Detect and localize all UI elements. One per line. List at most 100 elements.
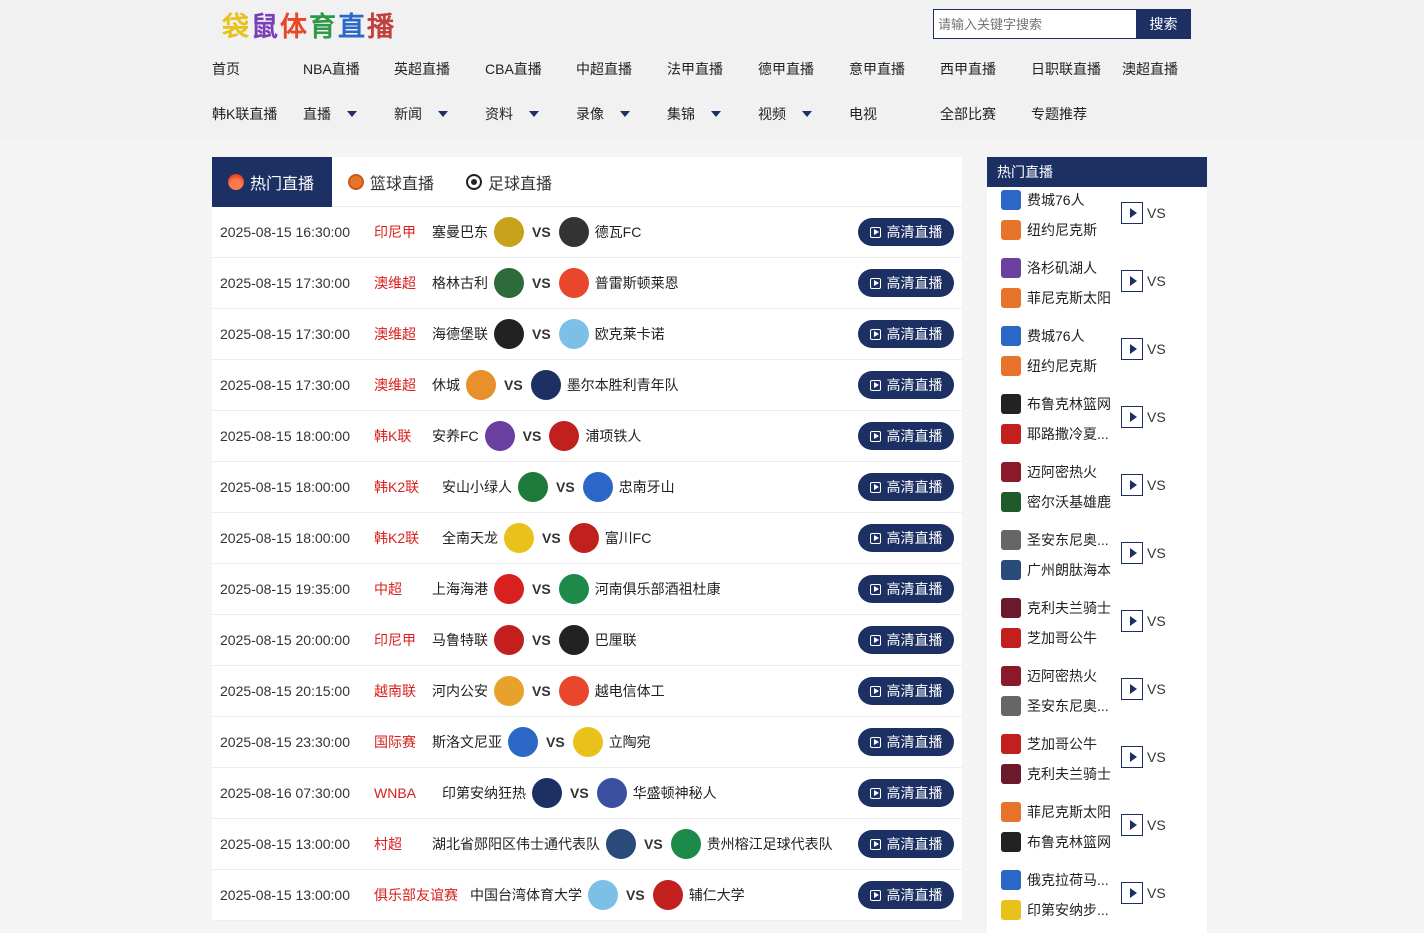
nav-link[interactable]: 直播 <box>303 103 394 125</box>
sidebar-vs[interactable]: VS <box>1121 746 1166 768</box>
match-league[interactable]: 俱乐部友谊赛 <box>374 885 458 905</box>
nav-link[interactable]: 电视 <box>849 103 940 125</box>
hd-live-button[interactable]: 高清直播 <box>858 473 954 501</box>
sidebar-match[interactable]: 费城76人纽约尼克斯 VS <box>987 323 1207 391</box>
nav-link[interactable]: 录像 <box>576 103 667 125</box>
sidebar-vs[interactable]: VS <box>1121 474 1166 496</box>
sidebar-vs[interactable]: VS <box>1121 338 1166 360</box>
sidebar-match[interactable]: 迈阿密热火 圣安东尼奥... VS <box>987 663 1207 731</box>
sidebar-team-b[interactable]: 芝加哥公牛 <box>1001 628 1097 648</box>
match-league[interactable]: 国际赛 <box>374 732 416 752</box>
sidebar-team-a[interactable]: 布鲁克林篮网 <box>1001 394 1111 414</box>
match-league[interactable]: 澳维超 <box>374 273 416 293</box>
sidebar-match[interactable]: 俄克拉荷马... 印第安纳步... VS <box>987 867 1207 933</box>
away-team-name[interactable]: 富川FC <box>605 528 652 548</box>
nav-link[interactable]: 德甲直播 <box>758 58 849 80</box>
sidebar-vs[interactable]: VS <box>1121 882 1166 904</box>
away-team-name[interactable]: 欧克莱卡诺 <box>595 324 665 344</box>
home-team-name[interactable]: 全南天龙 <box>442 528 498 548</box>
sidebar-vs[interactable]: VS <box>1121 270 1166 292</box>
home-team-name[interactable]: 休城 <box>432 375 460 395</box>
nav-link[interactable]: 法甲直播 <box>667 58 758 80</box>
sidebar-team-b[interactable]: 菲尼克斯太阳 <box>1001 288 1111 308</box>
nav-link[interactable]: 视频 <box>758 103 849 125</box>
home-team-name[interactable]: 河内公安 <box>432 681 488 701</box>
sidebar-vs[interactable]: VS <box>1121 542 1166 564</box>
sidebar-team-a[interactable]: 芝加哥公牛 <box>1001 734 1097 754</box>
sidebar-team-b[interactable]: 圣安东尼奥... <box>1001 696 1109 716</box>
home-team-name[interactable]: 格林古利 <box>432 273 488 293</box>
hd-live-button[interactable]: 高清直播 <box>858 830 954 858</box>
tab-hot[interactable]: 热门直播 <box>212 157 332 207</box>
nav-link[interactable]: 首页 <box>212 58 303 80</box>
away-team-name[interactable]: 立陶宛 <box>609 732 651 752</box>
match-league[interactable]: 村超 <box>374 834 402 854</box>
sidebar-vs[interactable]: VS <box>1121 610 1166 632</box>
away-team-name[interactable]: 墨尔本胜利青年队 <box>567 375 679 395</box>
home-team-name[interactable]: 斯洛文尼亚 <box>432 732 502 752</box>
away-team-name[interactable]: 德瓦FC <box>595 222 642 242</box>
sidebar-match[interactable]: 费城76人 纽约尼克斯 VS <box>987 187 1207 255</box>
sidebar-vs[interactable]: VS <box>1121 814 1166 836</box>
match-league[interactable]: 中超 <box>374 579 402 599</box>
hd-live-button[interactable]: 高清直播 <box>858 575 954 603</box>
nav-link[interactable]: 澳超直播 <box>1122 58 1213 80</box>
home-team-name[interactable]: 上海海港 <box>432 579 488 599</box>
sidebar-team-a[interactable]: 俄克拉荷马... <box>1001 870 1109 890</box>
match-league[interactable]: WNBA <box>374 785 416 801</box>
nav-link[interactable]: 新闻 <box>394 103 485 125</box>
hd-live-button[interactable]: 高清直播 <box>858 881 954 909</box>
away-team-name[interactable]: 华盛顿神秘人 <box>633 783 717 803</box>
match-league[interactable]: 韩K2联 <box>374 477 419 497</box>
hd-live-button[interactable]: 高清直播 <box>858 728 954 756</box>
away-team-name[interactable]: 忠南牙山 <box>619 477 675 497</box>
nav-link[interactable]: 全部比赛 <box>940 103 1031 125</box>
home-team-name[interactable]: 湖北省郧阳区伟士通代表队 <box>432 834 600 854</box>
home-team-name[interactable]: 塞曼巴东 <box>432 222 488 242</box>
away-team-name[interactable]: 河南俱乐部酒祖杜康 <box>595 579 721 599</box>
nav-link[interactable]: 英超直播 <box>394 58 485 80</box>
sidebar-match[interactable]: 布鲁克林篮网 耶路撒冷夏... VS <box>987 391 1207 459</box>
sidebar-team-b[interactable]: 印第安纳步... <box>1001 900 1109 920</box>
nav-link[interactable]: 韩K联直播 <box>212 103 303 125</box>
search-input[interactable] <box>933 9 1136 39</box>
sidebar-team-a[interactable]: 克利夫兰骑士 <box>1001 598 1111 618</box>
hd-live-button[interactable]: 高清直播 <box>858 218 954 246</box>
match-league[interactable]: 印尼甲 <box>374 222 416 242</box>
away-team-name[interactable]: 贵州榕江足球代表队 <box>707 834 833 854</box>
hd-live-button[interactable]: 高清直播 <box>858 677 954 705</box>
nav-link[interactable]: 日职联直播 <box>1031 58 1122 80</box>
sidebar-match[interactable]: 洛杉矶湖人 菲尼克斯太阳 VS <box>987 255 1207 323</box>
tab-football[interactable]: 足球直播 <box>450 157 568 207</box>
match-league[interactable]: 澳维超 <box>374 375 416 395</box>
nav-link[interactable]: NBA直播 <box>303 58 394 80</box>
sidebar-team-a[interactable]: 费城76人 <box>1001 190 1085 210</box>
hd-live-button[interactable]: 高清直播 <box>858 524 954 552</box>
away-team-name[interactable]: 辅仁大学 <box>689 885 745 905</box>
sidebar-team-a[interactable]: 费城76人 <box>1001 326 1085 346</box>
away-team-name[interactable]: 普雷斯顿莱恩 <box>595 273 679 293</box>
match-league[interactable]: 韩K联 <box>374 426 411 446</box>
nav-link[interactable]: 集锦 <box>667 103 758 125</box>
home-team-name[interactable]: 马鲁特联 <box>432 630 488 650</box>
sidebar-team-b[interactable]: 耶路撒冷夏... <box>1001 424 1109 444</box>
nav-link[interactable]: 资料 <box>485 103 576 125</box>
home-team-name[interactable]: 海德堡联 <box>432 324 488 344</box>
sidebar-team-b[interactable]: 布鲁克林篮网 <box>1001 832 1111 852</box>
sidebar-match[interactable]: 迈阿密热火 密尔沃基雄鹿 VS <box>987 459 1207 527</box>
nav-link[interactable]: 西甲直播 <box>940 58 1031 80</box>
nav-link[interactable]: 专题推荐 <box>1031 103 1122 125</box>
sidebar-team-a[interactable]: 迈阿密热火 <box>1001 666 1097 686</box>
home-team-name[interactable]: 中国台湾体育大学 <box>470 885 582 905</box>
sidebar-team-a[interactable]: 迈阿密热火 <box>1001 462 1097 482</box>
sidebar-team-b[interactable]: 纽约尼克斯 <box>1001 356 1097 376</box>
nav-link[interactable]: 意甲直播 <box>849 58 940 80</box>
sidebar-team-b[interactable]: 广州朗肽海本 <box>1001 560 1111 580</box>
home-team-name[interactable]: 安山小绿人 <box>442 477 512 497</box>
site-logo[interactable]: 袋鼠体育直播 <box>222 6 396 43</box>
sidebar-team-a[interactable]: 菲尼克斯太阳 <box>1001 802 1111 822</box>
match-league[interactable]: 澳维超 <box>374 324 416 344</box>
sidebar-match[interactable]: 克利夫兰骑士 芝加哥公牛 VS <box>987 595 1207 663</box>
match-league[interactable]: 韩K2联 <box>374 528 419 548</box>
nav-link[interactable]: CBA直播 <box>485 58 576 80</box>
